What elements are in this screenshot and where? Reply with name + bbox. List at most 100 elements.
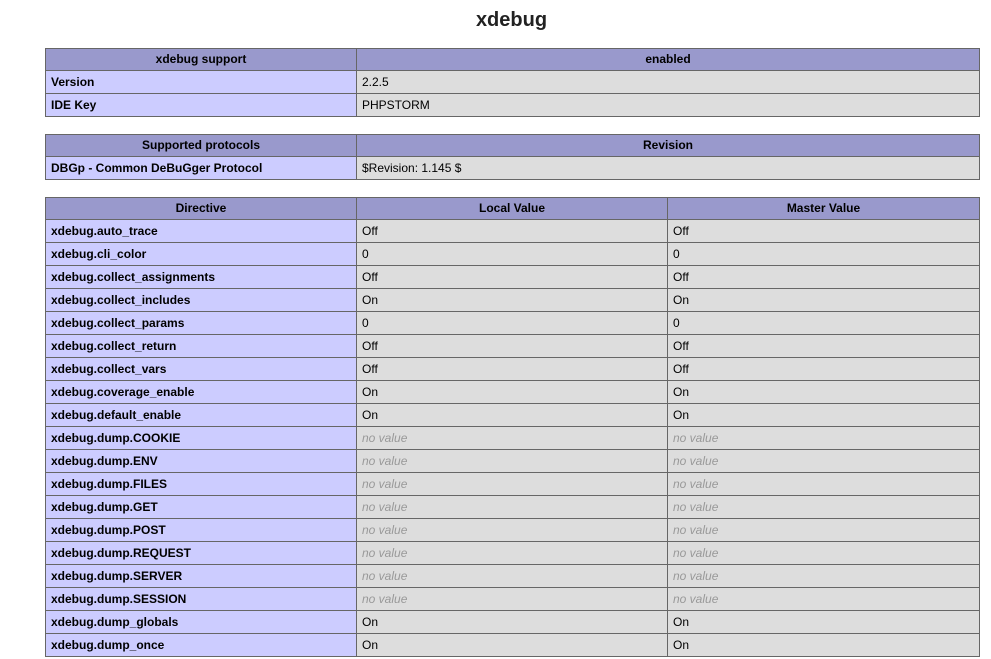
local-value: no value [356, 541, 668, 565]
table-row: xdebug.collect_assignments Off Off [45, 265, 980, 289]
directive-name: xdebug.cli_color [45, 242, 357, 266]
local-value: no value [356, 449, 668, 473]
master-value: On [667, 403, 980, 427]
master-value: On [667, 380, 980, 404]
no-value-text: no value [673, 546, 719, 560]
no-value-text: no value [362, 500, 408, 514]
master-value: Off [667, 357, 980, 381]
directive-rows: xdebug.auto_trace Off Off xdebug.cli_color 0… [45, 219, 980, 657]
no-value-text: no value [362, 523, 408, 537]
row-value: PHPSTORM [356, 93, 980, 117]
row-key: DBGp - Common DeBuGger Protocol [45, 156, 357, 180]
table-row: xdebug.dump.FILES no value no value [45, 472, 980, 496]
table-row: xdebug.default_enable On On [45, 403, 980, 427]
local-value: no value [356, 518, 668, 542]
table-header-row: Supported protocols Revision [45, 134, 980, 157]
table-row: IDE Key PHPSTORM [45, 93, 980, 117]
directive-name: xdebug.dump.COOKIE [45, 426, 357, 450]
table-row: xdebug.dump.GET no value no value [45, 495, 980, 519]
directive-name: xdebug.collect_return [45, 334, 357, 358]
no-value-text: no value [673, 454, 719, 468]
master-value: no value [667, 518, 980, 542]
local-value: On [356, 288, 668, 312]
directive-name: xdebug.dump.ENV [45, 449, 357, 473]
no-value-text: no value [362, 569, 408, 583]
directive-name: xdebug.dump.FILES [45, 472, 357, 496]
local-value: no value [356, 472, 668, 496]
no-value-text: no value [362, 546, 408, 560]
table-row: xdebug.dump.SESSION no value no value [45, 587, 980, 611]
master-value: no value [667, 587, 980, 611]
table-row: xdebug.dump.POST no value no value [45, 518, 980, 542]
header-cell-directive: Directive [45, 197, 357, 220]
table-row: xdebug.dump.REQUEST no value no value [45, 541, 980, 565]
master-value: no value [667, 495, 980, 519]
local-value: 0 [356, 311, 668, 335]
table-row: xdebug.dump_once On On [45, 633, 980, 657]
table-row: xdebug.dump.ENV no value no value [45, 449, 980, 473]
directive-name: xdebug.dump_globals [45, 610, 357, 634]
master-value: no value [667, 449, 980, 473]
no-value-text: no value [362, 477, 408, 491]
directive-name: xdebug.dump.REQUEST [45, 541, 357, 565]
directive-name: xdebug.dump.SERVER [45, 564, 357, 588]
no-value-text: no value [673, 431, 719, 445]
row-value: $Revision: 1.145 $ [356, 156, 980, 180]
table-row: xdebug.collect_return Off Off [45, 334, 980, 358]
header-cell-enabled: enabled [356, 48, 980, 71]
no-value-text: no value [673, 500, 719, 514]
table-row: xdebug.coverage_enable On On [45, 380, 980, 404]
local-value: On [356, 610, 668, 634]
table-row: xdebug.collect_vars Off Off [45, 357, 980, 381]
directive-name: xdebug.collect_vars [45, 357, 357, 381]
no-value-text: no value [362, 592, 408, 606]
master-value: On [667, 610, 980, 634]
header-cell-master-value: Master Value [667, 197, 980, 220]
phpinfo-page: xdebug xdebug support enabled Version 2.… [0, 0, 991, 659]
table-row: xdebug.dump.SERVER no value no value [45, 564, 980, 588]
master-value: Off [667, 334, 980, 358]
no-value-text: no value [362, 454, 408, 468]
protocols-table: Supported protocols Revision DBGp - Comm… [45, 134, 980, 180]
no-value-text: no value [673, 592, 719, 606]
header-cell-revision: Revision [356, 134, 980, 157]
header-cell-local-value: Local Value [356, 197, 668, 220]
row-value: 2.2.5 [356, 70, 980, 94]
directive-name: xdebug.default_enable [45, 403, 357, 427]
master-value: no value [667, 472, 980, 496]
local-value: no value [356, 587, 668, 611]
master-value: no value [667, 564, 980, 588]
local-value: Off [356, 357, 668, 381]
directive-name: xdebug.dump.SESSION [45, 587, 357, 611]
table-row: xdebug.dump_globals On On [45, 610, 980, 634]
header-cell-support: xdebug support [45, 48, 357, 71]
table-row: xdebug.collect_params 0 0 [45, 311, 980, 335]
local-value: no value [356, 564, 668, 588]
local-value: On [356, 633, 668, 657]
table-row: DBGp - Common DeBuGger Protocol $Revisio… [45, 156, 980, 180]
directive-name: xdebug.auto_trace [45, 219, 357, 243]
local-value: Off [356, 334, 668, 358]
local-value: Off [356, 219, 668, 243]
master-value: Off [667, 219, 980, 243]
table-row: xdebug.cli_color 0 0 [45, 242, 980, 266]
directive-name: xdebug.dump.GET [45, 495, 357, 519]
local-value: On [356, 380, 668, 404]
directive-name: xdebug.collect_params [45, 311, 357, 335]
local-value: On [356, 403, 668, 427]
page-title: xdebug [475, 9, 548, 31]
master-value: Off [667, 265, 980, 289]
no-value-text: no value [673, 477, 719, 491]
xdebug-support-table: xdebug support enabled Version 2.2.5 IDE… [45, 48, 980, 117]
table-header-row: xdebug support enabled [45, 48, 980, 71]
directive-name: xdebug.dump.POST [45, 518, 357, 542]
no-value-text: no value [362, 431, 408, 445]
directive-name: xdebug.dump_once [45, 633, 357, 657]
no-value-text: no value [673, 523, 719, 537]
local-value: Off [356, 265, 668, 289]
directive-name: xdebug.collect_assignments [45, 265, 357, 289]
table-row: Version 2.2.5 [45, 70, 980, 94]
master-value: 0 [667, 242, 980, 266]
local-value: 0 [356, 242, 668, 266]
header-cell-protocols: Supported protocols [45, 134, 357, 157]
